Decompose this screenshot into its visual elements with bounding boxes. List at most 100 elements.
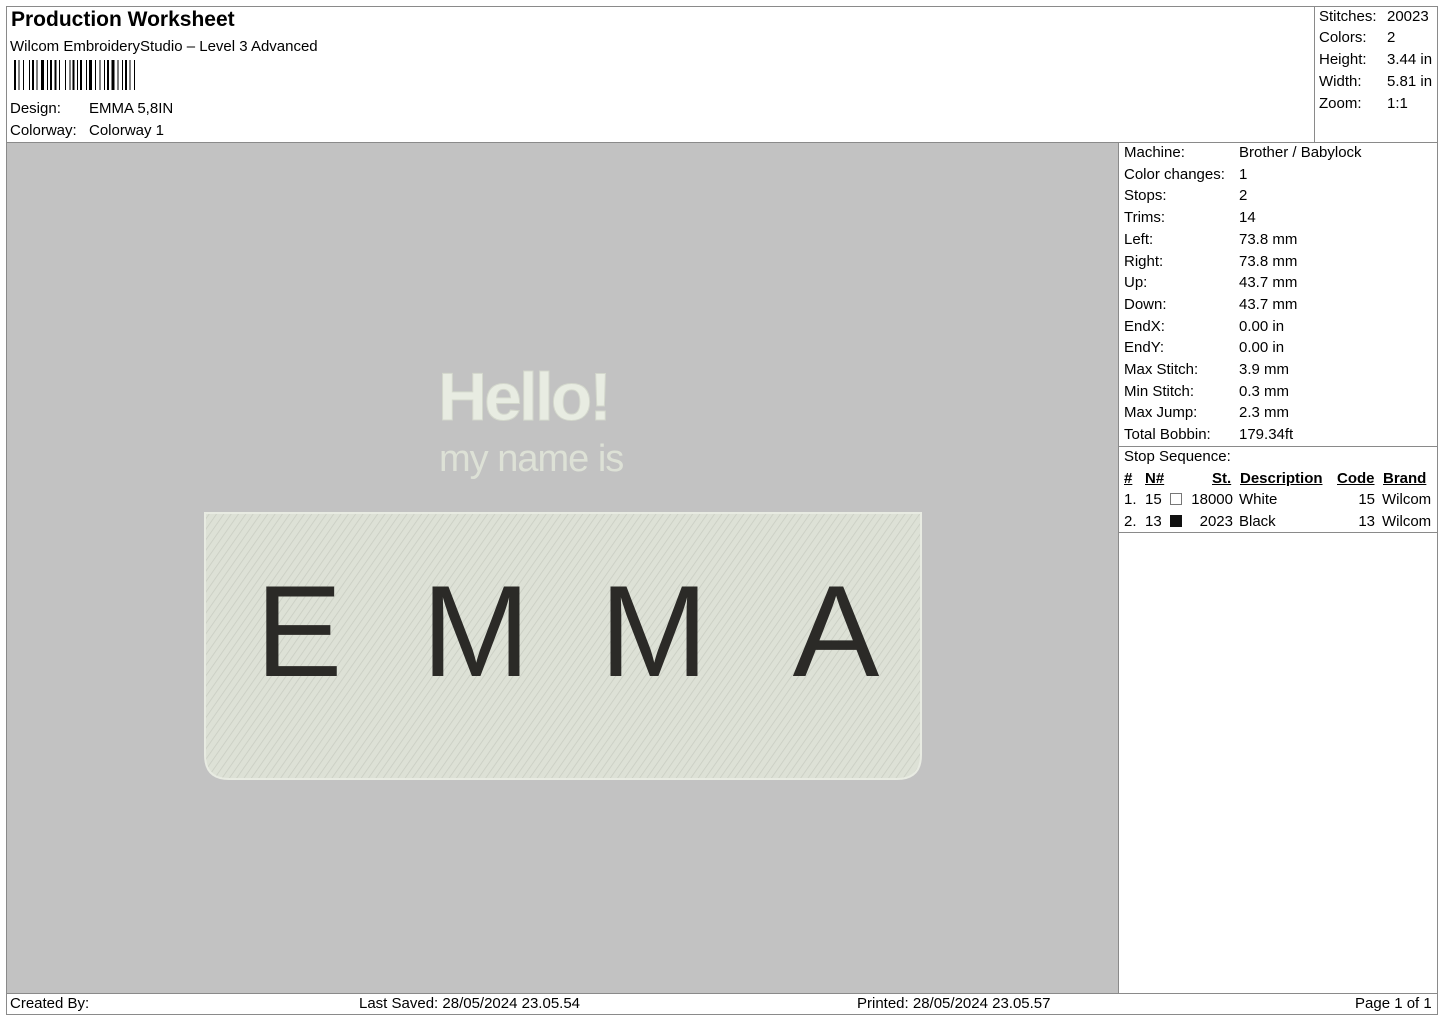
hello-text: Hello! xyxy=(438,359,609,435)
barcode-bar xyxy=(41,60,44,90)
col-header-code: Code xyxy=(1337,470,1375,487)
design-preview: Hello! my name is E M M A xyxy=(204,359,922,780)
barcode xyxy=(14,60,135,90)
barcode-bar xyxy=(107,60,109,90)
machine-info-label: Down: xyxy=(1124,295,1167,313)
barcode-bar xyxy=(129,60,131,90)
machine-info-label: Stops: xyxy=(1124,187,1167,205)
barcode-bar xyxy=(80,60,82,90)
page-title: Production Worksheet xyxy=(11,8,235,31)
table-bottom-divider xyxy=(1118,532,1438,533)
footer-divider xyxy=(6,993,1438,994)
machine-info-label: Max Jump: xyxy=(1124,404,1198,422)
software-name: Wilcom EmbroideryStudio – Level 3 Advanc… xyxy=(10,38,318,55)
stitches-value: 20023 xyxy=(1387,8,1429,25)
barcode-bar xyxy=(36,60,38,90)
machine-info-label: Right: xyxy=(1124,252,1164,270)
barcode-bar xyxy=(29,60,30,90)
machine-info-value: 0.3 mm xyxy=(1239,382,1290,400)
barcode-bar xyxy=(99,60,101,90)
stop-row-stitches: 2023 xyxy=(1199,513,1233,530)
machine-info-label: Machine: xyxy=(1124,144,1185,161)
machine-info-label: Up: xyxy=(1124,274,1148,292)
machine-info-value: 43.7 mm xyxy=(1239,295,1298,313)
barcode-bar xyxy=(125,60,127,90)
barcode-bar xyxy=(86,60,87,90)
barcode-bar xyxy=(89,60,92,90)
height-value: 3.44 in xyxy=(1387,51,1433,68)
printed-date: Printed: 28/05/2024 23.05.57 xyxy=(857,995,1051,1012)
zoom-value: 1:1 xyxy=(1387,95,1408,112)
machine-info-label: Max Stitch: xyxy=(1124,361,1199,378)
thread-color-swatch xyxy=(1170,515,1182,527)
machine-info-value: 73.8 mm xyxy=(1239,230,1298,248)
stop-row-description: Black xyxy=(1239,513,1276,530)
name-letter-m2: M xyxy=(600,558,708,704)
machine-info-value: 43.7 mm xyxy=(1239,274,1298,292)
stop-row-num: 2. xyxy=(1124,513,1137,530)
stop-row-stitches: 18000 xyxy=(1191,491,1233,508)
design-canvas: Hello! my name is E M M A xyxy=(7,143,1118,993)
sidebar-divider xyxy=(1118,142,1119,994)
machine-info-label: Trims: xyxy=(1124,209,1166,227)
stop-row-brand: Wilcom xyxy=(1382,513,1432,530)
col-header-stitches: St. xyxy=(1212,470,1232,487)
colorway-value: Colorway 1 xyxy=(89,122,165,139)
barcode-bar xyxy=(47,60,48,90)
barcode-bar xyxy=(54,60,57,90)
created-by: Created By: xyxy=(10,995,90,1012)
barcode-bar xyxy=(95,60,96,90)
barcode-bar xyxy=(111,60,115,90)
barcode-bar xyxy=(77,60,78,90)
height-label: Height: xyxy=(1319,51,1367,68)
barcode-bar xyxy=(69,60,71,90)
stop-sequence-title: Stop Sequence: xyxy=(1124,448,1231,465)
thread-color-swatch xyxy=(1170,493,1182,505)
name-letter-e: E xyxy=(256,558,343,704)
machine-info-value: 179.34ft xyxy=(1239,426,1294,444)
name-letter-m1: M xyxy=(422,558,530,704)
col-header-description: Description xyxy=(1240,470,1323,487)
stitches-label: Stitches: xyxy=(1319,8,1377,25)
width-label: Width: xyxy=(1319,73,1362,90)
machine-info-label: EndX: xyxy=(1124,317,1165,335)
my-name-is-text: my name is xyxy=(439,438,623,480)
machine-info-value: 73.8 mm xyxy=(1239,252,1298,270)
barcode-bar xyxy=(72,60,75,90)
stop-row-num: 1. xyxy=(1124,491,1137,508)
barcode-bar xyxy=(122,60,123,90)
stop-row-code: 13 xyxy=(1358,513,1375,530)
last-saved: Last Saved: 28/05/2024 23.05.54 xyxy=(359,995,581,1012)
col-header-num: # xyxy=(1124,470,1133,487)
zoom-label: Zoom: xyxy=(1319,95,1362,112)
machine-info-value: 14 xyxy=(1239,209,1256,227)
stop-row-needle: 15 xyxy=(1145,491,1162,508)
barcode-bar xyxy=(104,60,105,90)
col-header-needle: N# xyxy=(1145,470,1165,487)
barcode-bar xyxy=(59,60,60,90)
machine-info-label: Left: xyxy=(1124,230,1154,248)
name-letter-a: A xyxy=(793,558,880,704)
width-value: 5.81 in xyxy=(1387,73,1433,90)
machine-info-label: Color changes: xyxy=(1124,165,1225,183)
colors-value: 2 xyxy=(1387,29,1396,46)
stop-sequence-divider xyxy=(1118,446,1438,447)
col-header-brand: Brand xyxy=(1383,470,1427,487)
machine-info-value: 2 xyxy=(1239,187,1248,205)
colorway-label: Colorway: xyxy=(10,122,77,139)
design-value: EMMA 5,8IN xyxy=(89,100,174,117)
stop-row-needle: 13 xyxy=(1145,513,1162,530)
machine-info-label: Min Stitch: xyxy=(1124,382,1195,400)
colors-label: Colors: xyxy=(1319,29,1367,46)
machine-info-value: Brother / Babylock xyxy=(1239,144,1362,161)
barcode-bar xyxy=(50,60,52,90)
machine-info-label: Total Bobbin: xyxy=(1124,426,1211,444)
barcode-bar xyxy=(23,60,24,90)
stop-row-code: 15 xyxy=(1358,491,1375,508)
barcode-bar xyxy=(117,60,119,90)
page-number: Page 1 of 1 xyxy=(1355,995,1432,1012)
barcode-bar xyxy=(14,60,16,90)
machine-info-value: 3.9 mm xyxy=(1239,361,1290,378)
design-label: Design: xyxy=(10,100,61,117)
barcode-bar xyxy=(134,60,135,90)
